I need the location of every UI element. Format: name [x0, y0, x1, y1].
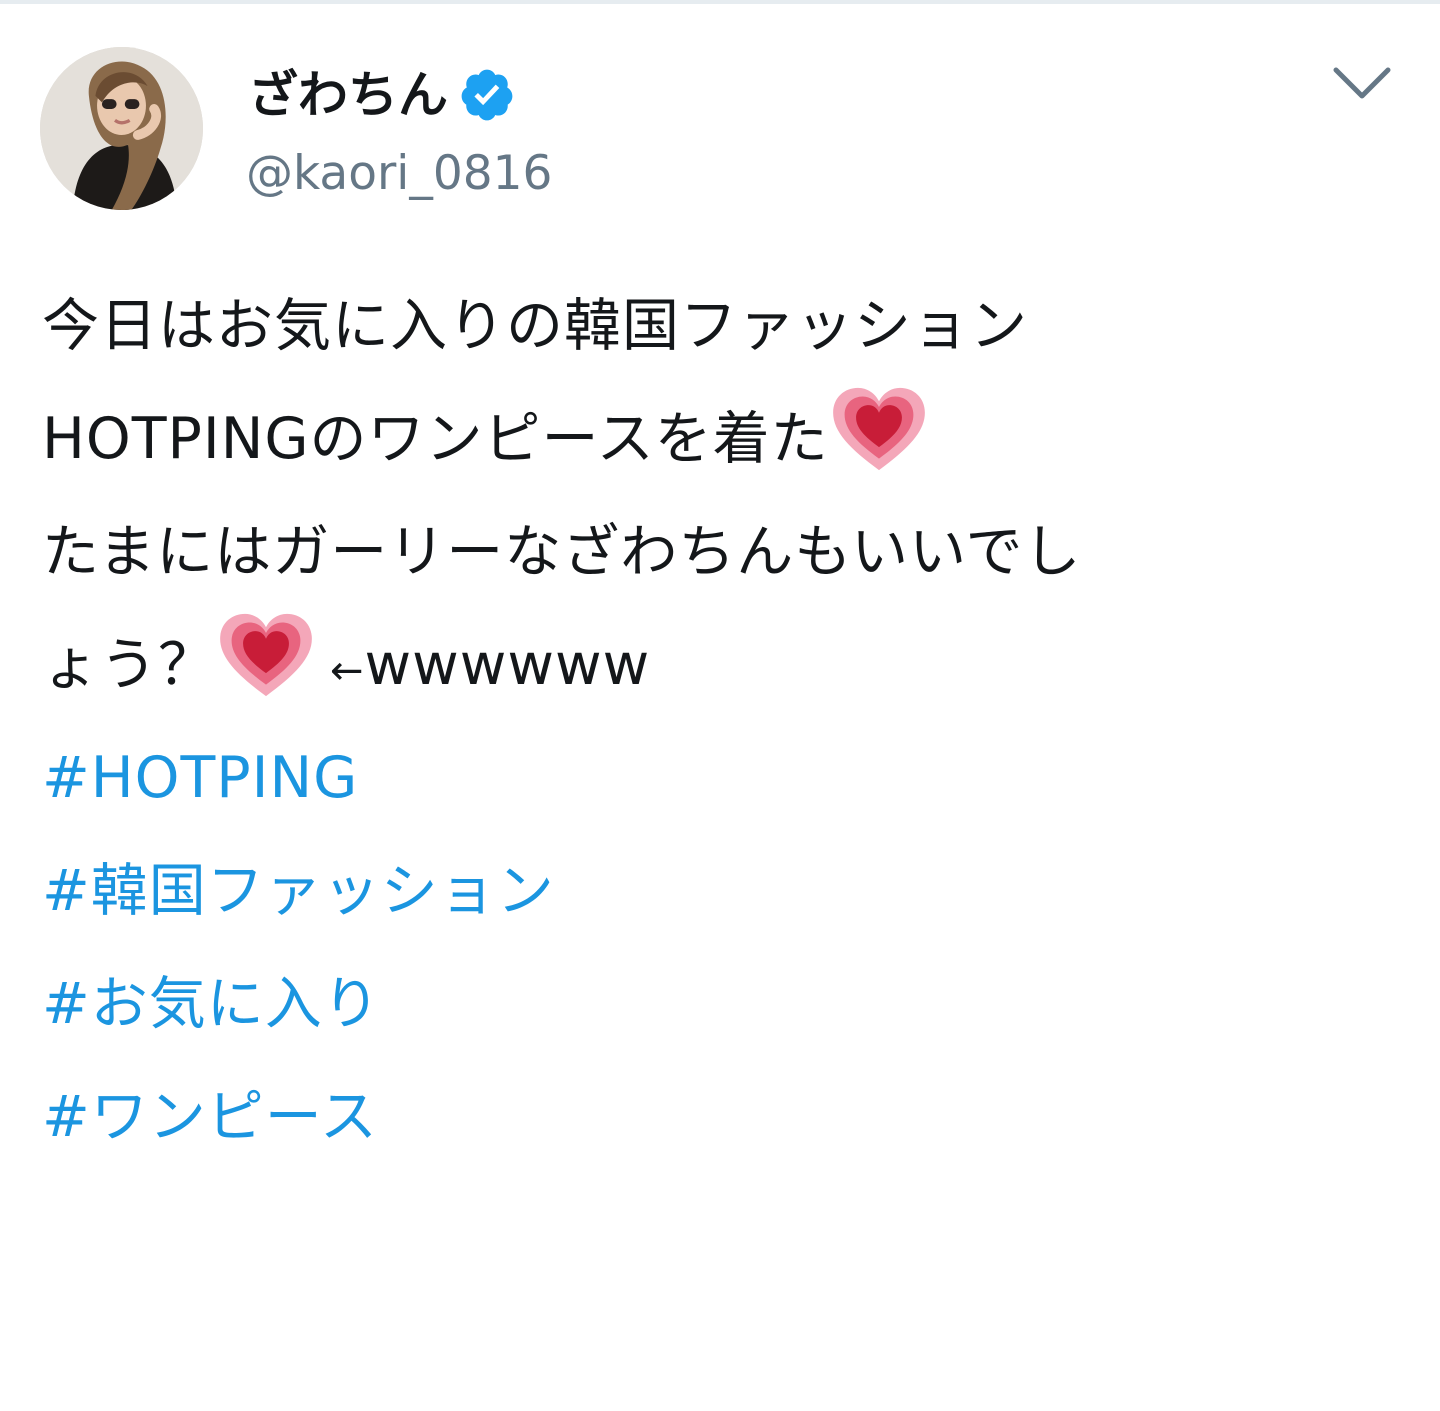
tweet-line: たまにはガーリーなざわちんもいいでし	[42, 519, 1082, 585]
hashtag-link[interactable]: #韓国ファッション	[42, 835, 1412, 948]
profile-photo	[40, 47, 203, 210]
avatar[interactable]	[40, 47, 203, 210]
hashtag-link[interactable]: #ワンピース	[42, 1061, 1412, 1174]
growing-heart-icon	[831, 386, 927, 472]
tweet-line: 今日はお気に入りの韓国ファッション	[42, 293, 1028, 359]
display-name-text: ざわちん	[248, 66, 448, 124]
hashtag-link[interactable]: #HOTPING	[42, 722, 1412, 835]
verified-badge-icon	[458, 66, 516, 124]
tweet-line-text: HOTPINGのワンピースを着た	[42, 406, 829, 472]
tweet-line: ょう？ ←wwwwww	[42, 609, 1412, 722]
top-divider	[0, 0, 1440, 4]
display-name[interactable]: ざわちん	[248, 62, 516, 128]
tweet-line-text: ょう？	[42, 632, 216, 698]
user-handle[interactable]: @kaori_0816	[246, 142, 552, 206]
left-arrow-text: ←	[330, 648, 365, 694]
hashtag-link[interactable]: #お気に入り	[42, 948, 1412, 1061]
growing-heart-icon	[218, 612, 314, 698]
tweet-text: 今日はお気に入りの韓国ファッション HOTPINGのワンピースを着た たまにはガ…	[42, 270, 1412, 1174]
chevron-down-icon[interactable]	[1330, 62, 1394, 106]
tweet-line: HOTPINGのワンピースを着た	[42, 383, 1412, 496]
tweet-line-tail: wwwwww	[364, 632, 651, 698]
